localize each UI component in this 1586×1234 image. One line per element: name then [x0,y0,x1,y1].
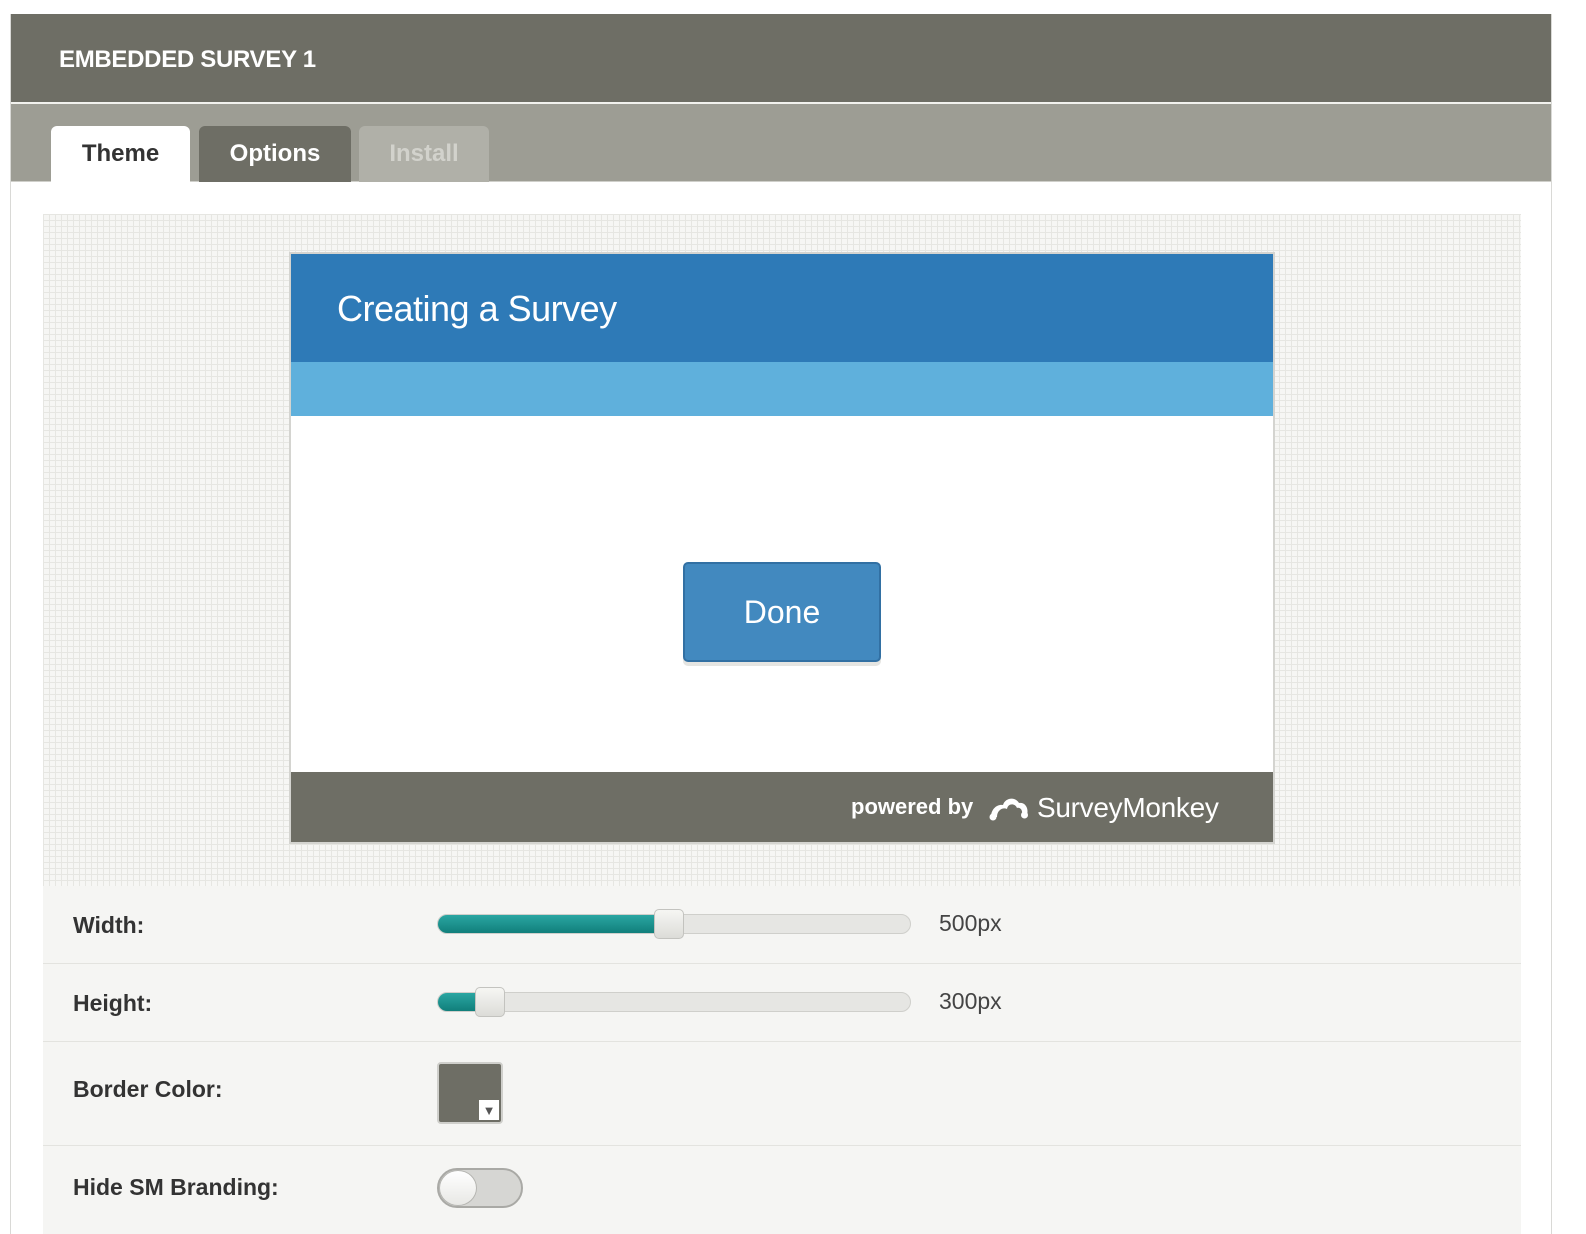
setting-row-height: Height: 300px [43,964,1521,1042]
tab-theme[interactable]: Theme [51,126,190,182]
tab-install[interactable]: Install [359,126,489,182]
survey-header: Creating a Survey [291,254,1273,362]
setting-row-hide-branding: Hide SM Branding: [43,1146,1521,1234]
survey-preview: Creating a Survey Done powered by Survey… [289,252,1275,844]
height-label: Height: [73,990,153,1016]
width-value: 500px [939,910,1002,936]
chevron-down-icon: ▼ [479,1100,499,1120]
width-slider[interactable] [437,909,911,939]
tab-options[interactable]: Options [199,126,351,182]
height-slider-handle[interactable] [474,987,505,1017]
width-slider-handle[interactable] [654,909,685,939]
done-button[interactable]: Done [683,562,881,662]
border-color-swatch[interactable]: ▼ [437,1062,503,1124]
survey-footer: powered by SurveyMonkey [291,772,1273,842]
survey-progress-bar [291,362,1273,416]
width-slider-fill [438,915,670,933]
hide-branding-label: Hide SM Branding: [73,1174,279,1200]
title-bar: EMBEDDED SURVEY 1 [11,14,1551,104]
survey-title: Creating a Survey [337,288,617,329]
embedded-survey-panel: EMBEDDED SURVEY 1 Theme Options Install … [10,14,1552,1234]
surveymonkey-logo: SurveyMonkey [987,788,1247,828]
surveymonkey-logo-icon [989,798,1028,821]
page-title: EMBEDDED SURVEY 1 [59,46,316,73]
width-label: Width: [73,912,145,938]
setting-row-border-color: Border Color: ▼ [43,1042,1521,1146]
survey-preview-area: Creating a Survey Done powered by Survey… [43,214,1521,886]
theme-settings: Width: 500px Height: 300px Border Color:… [43,886,1521,1234]
brand-name: SurveyMonkey [1037,792,1219,823]
height-value: 300px [939,988,1002,1014]
border-color-label: Border Color: [73,1076,223,1102]
hide-branding-toggle[interactable] [437,1168,523,1208]
powered-by-text: powered by [851,794,974,819]
setting-row-width: Width: 500px [43,886,1521,964]
height-slider[interactable] [437,987,911,1017]
toggle-knob [439,1170,477,1206]
tab-bar: Theme Options Install [11,104,1551,182]
